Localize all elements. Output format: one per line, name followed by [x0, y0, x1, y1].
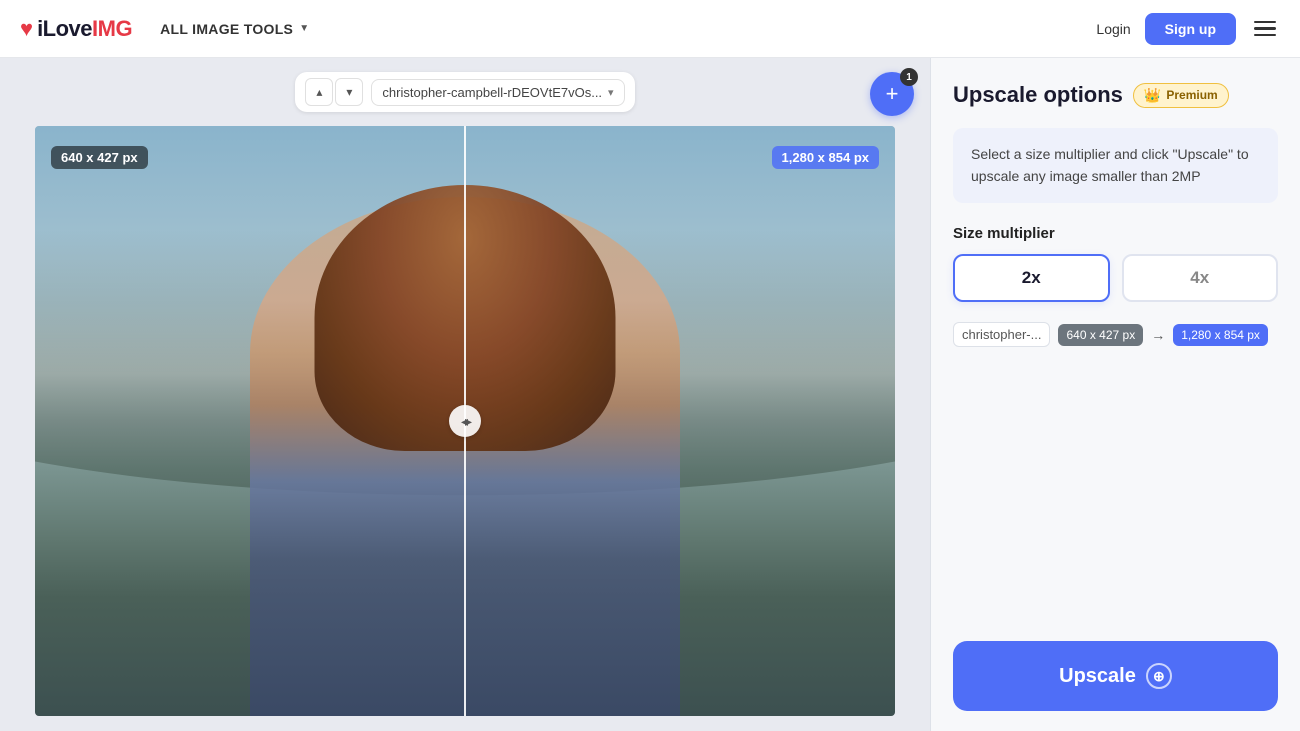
file-info-name: christopher-... [953, 322, 1050, 347]
logo-text: iLoveIMG [37, 16, 132, 42]
header-left: ♥ iLoveIMG ALL IMAGE TOOLS ▼ [20, 15, 313, 43]
logo-heart-icon: ♥ [20, 16, 33, 42]
file-name-label: christopher-campbell-rDEOVtE7vOs... [382, 85, 602, 100]
info-box: Select a size multiplier and click "Upsc… [953, 128, 1278, 203]
panel-title-row: Upscale options 👑 Premium [953, 82, 1278, 108]
hamburger-line [1254, 34, 1276, 37]
logo: ♥ iLoveIMG [20, 16, 132, 42]
info-text: Select a size multiplier and click "Upsc… [971, 144, 1260, 187]
toolbar: ▴ ▾ christopher-campbell-rDEOVtE7vOs... … [295, 72, 634, 112]
signup-button[interactable]: Sign up [1145, 13, 1236, 45]
upscale-circle-arrow-icon: ⊕ [1146, 663, 1172, 689]
arrow-down-button[interactable]: ▾ [335, 78, 363, 106]
hamburger-line [1254, 27, 1276, 30]
arrow-icon: → [1151, 327, 1165, 343]
logo-ilove: iLove [37, 16, 92, 41]
file-selector[interactable]: christopher-campbell-rDEOVtE7vOs... ▾ [371, 79, 624, 106]
file-info-size-to: 1,280 x 854 px [1173, 324, 1268, 346]
arrow-up-button[interactable]: ▴ [305, 78, 333, 106]
chevron-down-icon: ▼ [299, 23, 309, 34]
header-right: Login Sign up [1096, 13, 1280, 45]
right-panel: Upscale options 👑 Premium Select a size … [930, 58, 1300, 731]
premium-label: Premium [1166, 88, 1217, 102]
crown-icon: 👑 [1144, 87, 1161, 104]
all-image-tools-button[interactable]: ALL IMAGE TOOLS ▼ [156, 15, 313, 43]
compare-divider-handle[interactable]: ◂▸ [449, 405, 481, 437]
section-label: Size multiplier [953, 225, 1278, 242]
upscale-label: Upscale [1059, 665, 1136, 688]
upscale-button[interactable]: Upscale ⊕ [953, 641, 1278, 711]
main-layout: ▴ ▾ christopher-campbell-rDEOVtE7vOs... … [0, 58, 1300, 731]
header: ♥ iLoveIMG ALL IMAGE TOOLS ▼ Login Sign … [0, 0, 1300, 58]
hamburger-menu-button[interactable] [1250, 17, 1280, 41]
left-panel: ▴ ▾ christopher-campbell-rDEOVtE7vOs... … [0, 58, 930, 731]
original-size-label: 640 x 427 px [51, 146, 148, 169]
image-left-half [35, 126, 465, 716]
image-right-half [465, 126, 895, 716]
add-badge: 1 [900, 68, 918, 86]
image-compare: ◂▸ 640 x 427 px 1,280 x 854 px [35, 126, 895, 716]
multiplier-2x-button[interactable]: 2x [953, 254, 1110, 302]
multiplier-4x-button[interactable]: 4x [1122, 254, 1279, 302]
resize-icon: ◂▸ [461, 413, 469, 430]
hamburger-line [1254, 21, 1276, 24]
upscaled-size-label: 1,280 x 854 px [772, 146, 879, 169]
login-button[interactable]: Login [1096, 21, 1130, 37]
right-panel-inner: Upscale options 👑 Premium Select a size … [931, 58, 1300, 731]
file-info-row: christopher-... 640 x 427 px → 1,280 x 8… [953, 322, 1278, 347]
logo-img: IMG [92, 16, 132, 41]
nav-arrows: ▴ ▾ [305, 78, 363, 106]
all-tools-label: ALL IMAGE TOOLS [160, 21, 293, 37]
premium-badge: 👑 Premium [1133, 83, 1229, 108]
panel-title: Upscale options [953, 82, 1123, 108]
add-image-button[interactable]: 1 + [870, 72, 914, 116]
file-info-size-from: 640 x 427 px [1058, 324, 1143, 346]
plus-icon: + [886, 83, 899, 105]
file-selector-chevron-icon: ▾ [608, 86, 614, 99]
multiplier-row: 2x 4x [953, 254, 1278, 302]
